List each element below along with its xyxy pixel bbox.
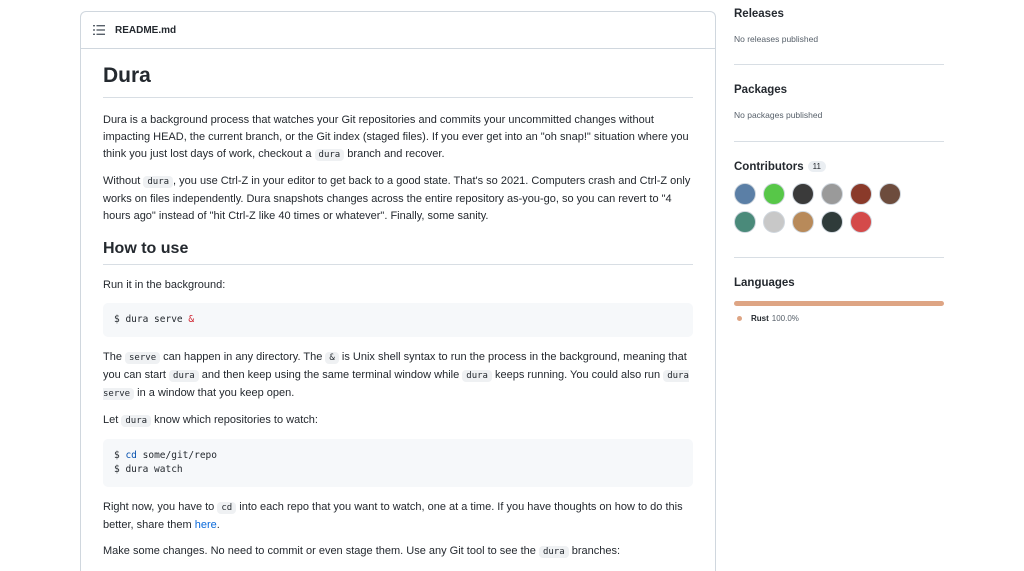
list-icon[interactable] — [93, 25, 105, 35]
contributor-avatar[interactable] — [821, 183, 843, 205]
contributor-avatar[interactable] — [734, 211, 756, 233]
language-dot — [737, 316, 742, 321]
paragraph-serve-explain: The serve can happen in any directory. T… — [103, 351, 689, 400]
contributor-avatar[interactable] — [821, 211, 843, 233]
readme-panel: README.md Dura Dura is a background proc… — [80, 11, 716, 571]
language-bar — [734, 301, 944, 306]
contributors-section: Contributors 11 — [734, 142, 944, 258]
contributor-avatar[interactable] — [763, 211, 785, 233]
contributor-avatar[interactable] — [792, 183, 814, 205]
inline-code: dura — [314, 149, 345, 161]
packages-title[interactable]: Packages — [734, 84, 944, 96]
contributor-avatar[interactable] — [763, 183, 785, 205]
releases-section: Releases No releases published — [734, 0, 944, 65]
contributors-count: 11 — [807, 161, 826, 173]
packages-text: No packages published — [734, 110, 823, 120]
paragraph-right-now: Right now, you have to cd into each repo… — [103, 501, 683, 531]
packages-section: Packages No packages published — [734, 65, 944, 142]
code-block-watch: $ cd some/git/repo $ dura watch — [103, 439, 693, 487]
languages-title: Languages — [734, 277, 795, 289]
paragraph-run-background: Run it in the background: — [103, 279, 226, 291]
heading-how-to-use: How to use — [103, 239, 693, 265]
readme-title: Dura — [103, 63, 693, 98]
languages-section: Languages Rust 100.0% — [734, 258, 944, 323]
here-link[interactable]: here — [195, 519, 217, 531]
releases-text: No releases published — [734, 34, 819, 44]
contributor-avatars — [734, 183, 934, 239]
contributor-avatar[interactable] — [879, 183, 901, 205]
paragraph-make-changes: Make some changes. No need to commit or … — [103, 545, 621, 558]
readme-filename: README.md — [115, 24, 177, 36]
repo-sidebar: Releases No releases published Packages … — [734, 0, 944, 323]
contributor-avatar[interactable] — [792, 211, 814, 233]
language-item[interactable]: Rust 100.0% — [734, 314, 944, 323]
paragraph-let-dura: Let dura know which repositories to watc… — [103, 414, 318, 427]
language-name: Rust — [751, 314, 769, 323]
readme-header: README.md — [81, 12, 715, 49]
contributor-avatar[interactable] — [850, 211, 872, 233]
contributor-avatar[interactable] — [850, 183, 872, 205]
paragraph-without-dura: Without dura, you use Ctrl-Z in your edi… — [103, 175, 691, 222]
language-percent: 100.0% — [771, 314, 799, 323]
paragraph-intro: Dura is a background process that watche… — [103, 114, 689, 161]
releases-title[interactable]: Releases — [734, 8, 944, 20]
contributor-avatar[interactable] — [734, 183, 756, 205]
inline-code: dura — [143, 176, 174, 188]
contributors-title[interactable]: Contributors 11 — [734, 161, 944, 173]
code-block-serve: $ dura serve & — [103, 303, 693, 337]
readme-body: Dura Dura is a background process that w… — [81, 63, 715, 561]
